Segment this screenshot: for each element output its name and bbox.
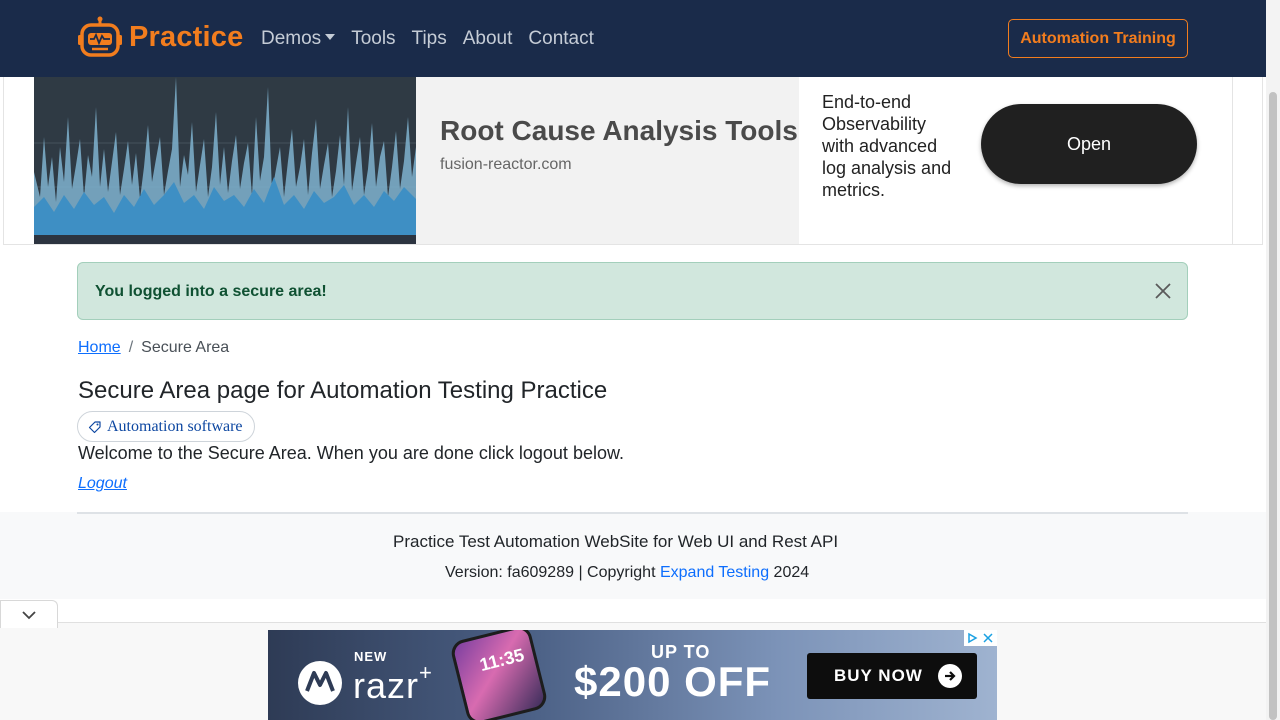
breadcrumb-separator: /	[128, 339, 134, 356]
ad-description: End-to-end Observability with advanced l…	[822, 92, 952, 200]
arrow-right-icon	[938, 664, 962, 688]
nav-demos-label: Demos	[261, 28, 322, 49]
phone-time: 11:35	[477, 644, 527, 675]
footer-version: Version: fa609289 | Copyright Expand Tes…	[445, 564, 809, 582]
adchoices-icon[interactable]	[964, 630, 980, 646]
breadcrumb-home-link[interactable]: Home	[78, 339, 121, 357]
ad-title: Root Cause Analysis Tools	[440, 115, 798, 146]
nav-tools[interactable]: Tools	[351, 28, 395, 50]
close-ad-icon[interactable]	[980, 630, 996, 646]
nav-demos-dropdown[interactable]: Demos	[261, 28, 336, 50]
robot-logo-icon	[78, 16, 122, 57]
caret-down-icon	[325, 34, 336, 40]
adchoices[interactable]	[964, 630, 997, 646]
ad-razr-plus: +	[419, 660, 433, 685]
ad-headline-panel: Root Cause Analysis Tools fusion-reactor…	[416, 77, 799, 244]
nav-tips[interactable]: Tips	[412, 28, 447, 50]
ad-razr-text: razr	[353, 665, 419, 706]
breadcrumb-current: Secure Area	[141, 339, 230, 356]
footer: Practice Test Automation WebSite for Web…	[0, 512, 1266, 599]
ad-offer: $200 OFF	[574, 658, 772, 705]
breadcrumb: Home / Secure Area	[78, 339, 229, 357]
buy-now-button[interactable]: BUY NOW	[807, 653, 977, 699]
logout-link[interactable]: Logout	[78, 475, 127, 493]
footer-expand-testing-link[interactable]: Expand Testing	[660, 564, 769, 581]
tag-label: Automation software	[107, 417, 243, 435]
page-scrollbar[interactable]	[1266, 0, 1280, 720]
phone-image: 11:35	[448, 630, 550, 720]
ad-domain: fusion-reactor.com	[440, 156, 572, 173]
buy-now-label: BUY NOW	[834, 666, 923, 685]
footer-title: Practice Test Automation WebSite for Web…	[393, 532, 839, 551]
scrollbar-thumb[interactable]	[1269, 92, 1277, 720]
nav-contact[interactable]: Contact	[528, 28, 593, 50]
footer-divider	[77, 512, 1188, 514]
razr-ad-banner[interactable]: NEW razr+ 11:35 UP TO $200 OFF BUY NOW	[268, 630, 997, 720]
footer-year: 2024	[773, 564, 810, 581]
brand-link[interactable]: Practice	[78, 16, 243, 58]
page-title: Secure Area page for Automation Testing …	[78, 377, 608, 404]
footer-version-text: Version: fa609289 | Copyright	[445, 564, 656, 581]
flash-message: You logged into a secure area!	[95, 283, 327, 300]
nav-links: Demos Tools Tips About Contact	[261, 28, 610, 50]
tag-icon	[88, 420, 101, 433]
motorola-logo-icon	[298, 661, 342, 705]
chevron-down-icon	[22, 610, 36, 619]
ad-chart-image	[34, 77, 416, 244]
ad-razr-brand: razr+	[353, 660, 433, 707]
close-icon[interactable]	[1153, 281, 1173, 301]
collapse-ad-button[interactable]	[0, 600, 58, 628]
brand-name: Practice	[129, 20, 244, 53]
top-ad-banner[interactable]: Root Cause Analysis Tools fusion-reactor…	[3, 77, 1263, 245]
ad-divider	[1232, 77, 1233, 244]
welcome-text: Welcome to the Secure Area. When you are…	[78, 443, 624, 463]
nav-about[interactable]: About	[463, 28, 513, 50]
automation-software-tag[interactable]: Automation software	[77, 411, 255, 442]
navbar: Practice Demos Tools Tips About Contact …	[0, 0, 1266, 77]
flash-success-alert: You logged into a secure area!	[77, 262, 1188, 320]
automation-training-button[interactable]: Automation Training	[1008, 19, 1188, 58]
ad-open-button[interactable]: Open	[981, 104, 1197, 184]
